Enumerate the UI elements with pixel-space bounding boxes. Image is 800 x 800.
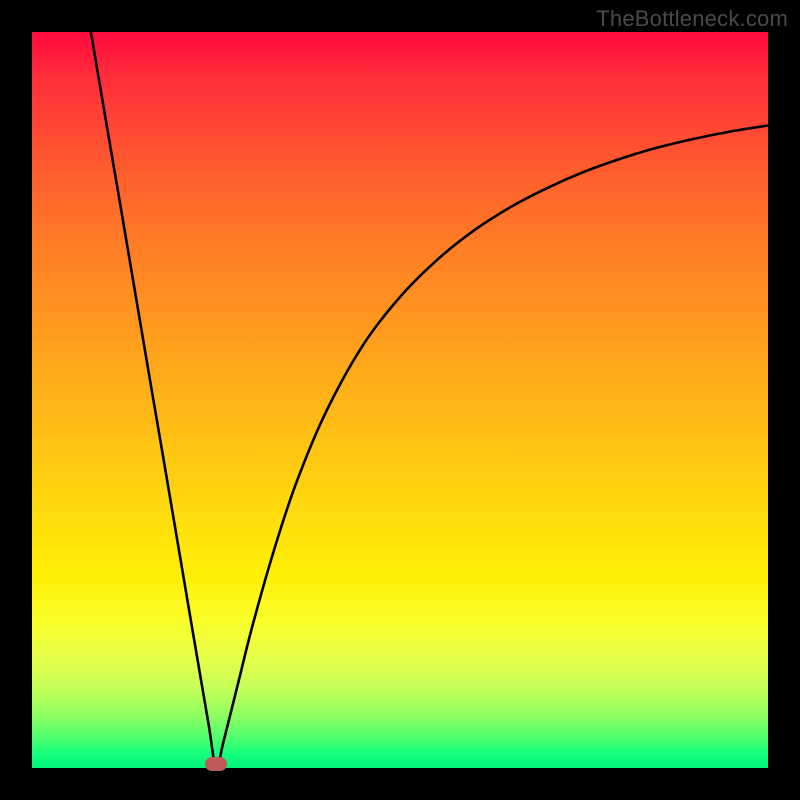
bottleneck-curve [91, 32, 768, 768]
chart-frame: TheBottleneck.com [0, 0, 800, 800]
minimum-marker [205, 757, 227, 771]
curve-layer [32, 32, 768, 768]
plot-area [32, 32, 768, 768]
watermark-text: TheBottleneck.com [596, 6, 788, 32]
